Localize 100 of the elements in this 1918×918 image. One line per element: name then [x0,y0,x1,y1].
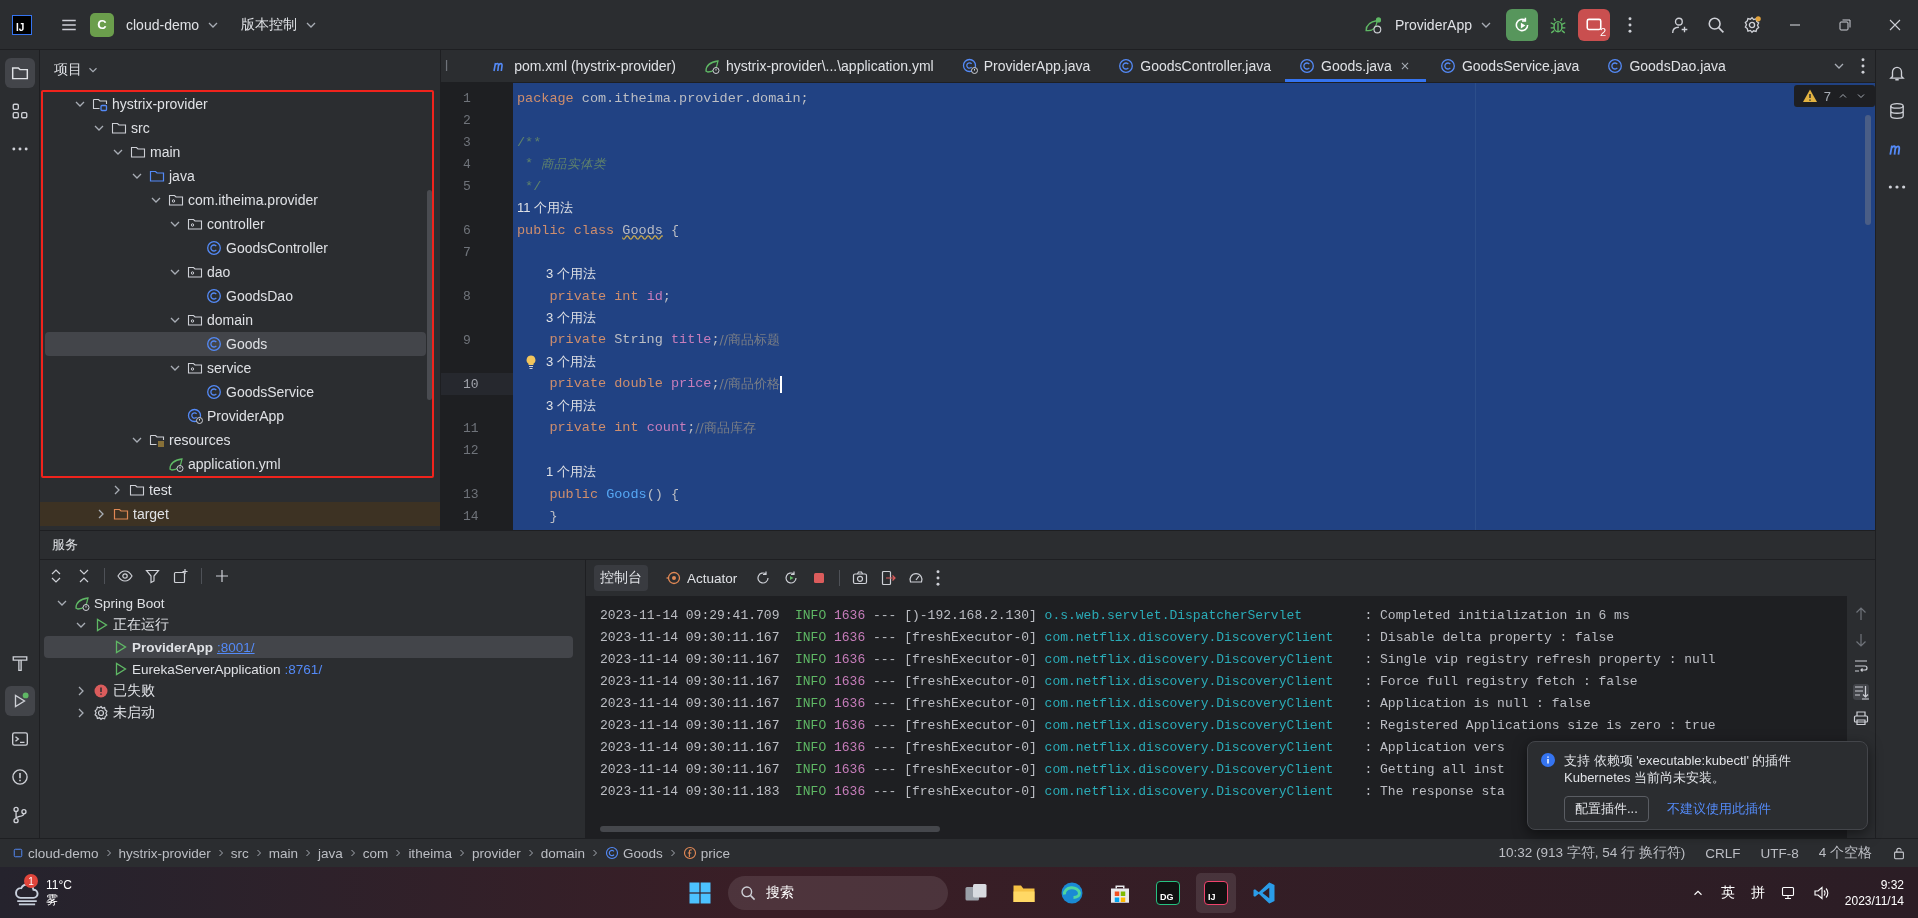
editor-tab[interactable]: ProviderApp.java [947,50,1105,82]
package-folder-icon [187,312,203,328]
rerun-button[interactable] [1506,8,1538,41]
tree-item[interactable]: GoodsDao [45,284,426,308]
network-icon[interactable] [1780,885,1797,901]
breadcrumb[interactable]: Goods [604,845,663,861]
tree-item[interactable]: main [45,140,426,164]
usage-hint[interactable]: 3 个用法 [545,265,596,283]
breadcrumb[interactable]: hystrix-provider [118,845,211,861]
error-icon [93,683,109,699]
filter-icon[interactable] [145,568,161,584]
tree-item[interactable]: application.yml [45,452,426,476]
tree-item[interactable]: src [45,116,426,140]
print-icon[interactable] [1853,710,1869,726]
tree-item[interactable]: target [40,502,440,526]
project-tool-button[interactable] [4,58,35,88]
usage-hint[interactable]: 3 个用法 [545,397,596,415]
rerun-icon[interactable] [755,570,772,586]
run-config-node[interactable]: 正在运行 [44,614,573,636]
vcs-menu[interactable]: 版本控制 [233,9,328,40]
status-item[interactable]: UTF-8 [1760,845,1799,861]
console-tab[interactable]: 控制台 [594,565,648,591]
line-number: 8 [462,287,472,306]
tree-item[interactable]: com.itheima.provider [45,188,426,212]
breadcrumb[interactable]: itheima [408,845,452,861]
tree-item[interactable]: controller [45,212,426,236]
run-config-node[interactable]: ProviderApp :8001/ [44,636,573,658]
scrollbar-thumb[interactable] [1865,115,1871,225]
breadcrumb[interactable]: cloud-demo [12,845,99,861]
notification-text: 支持 依赖项 'executable:kubectl' 的插件 Kubernetes 当前尚未安装。 [1564,752,1792,786]
breadcrumb[interactable]: provider [471,845,521,861]
new-tab-icon[interactable] [173,568,189,584]
status-item[interactable]: CRLF [1705,845,1741,861]
run-config-node[interactable]: 未启动 [44,702,573,724]
tree-item[interactable]: domain [45,308,426,332]
eye-icon[interactable] [117,568,133,584]
scroll-to-end-icon[interactable] [1853,684,1869,700]
tree-item[interactable]: Goods [45,332,426,356]
line-number: 11 [462,419,480,438]
tree-item[interactable]: GoodsController [45,236,426,260]
inspection-widget[interactable]: 7 [1793,85,1875,107]
clock-date[interactable]: 2023/11/14 [1844,893,1904,909]
restart-icon[interactable] [783,570,800,586]
bell-icon [1888,64,1906,82]
volume-icon[interactable] [1812,885,1829,901]
down-arrow-icon[interactable] [1853,632,1869,648]
run-config-node[interactable]: Spring Boot [44,592,573,614]
add-icon[interactable] [214,568,230,584]
usage-hint[interactable]: 1 个用法 [545,463,596,481]
more-icon[interactable] [936,570,941,586]
tree-item[interactable]: ProviderApp [45,404,426,428]
input-method-indicator[interactable]: 英 [1720,884,1735,902]
project-selector[interactable]: cloud-demo [118,10,230,39]
usage-hint[interactable]: 11 个用法 [517,199,574,217]
stop-button[interactable]: 2 [1578,8,1610,41]
more-icon [1888,185,1906,189]
breadcrumb[interactable]: src [230,845,249,861]
gauge-icon[interactable] [908,570,925,586]
usage-hint[interactable]: 3 个用法 [545,353,596,371]
editor-tab[interactable]: GoodsDao.java [1593,50,1740,82]
exit-icon[interactable] [880,570,897,586]
services-tool-button[interactable] [4,686,35,716]
usage-hint[interactable]: 3 个用法 [545,309,596,327]
tree-item[interactable]: test [44,478,434,502]
breadcrumb[interactable]: com [362,845,389,861]
status-item[interactable]: 10:32 (913 字符, 54 行 换行符) [1498,844,1686,862]
rerun-icon [1513,15,1531,34]
clock-time[interactable]: 9:32 [1880,877,1904,893]
more-icon[interactable] [1861,58,1865,74]
tree-item[interactable]: hystrix-provider [45,92,426,116]
editor-tab[interactable]: hystrix-provider\...\application.yml [689,50,948,82]
editor-tab[interactable]: GoodsController.java [1104,50,1286,82]
lock-icon[interactable] [1892,846,1906,860]
tree-item[interactable]: GoodsService [45,380,426,404]
breadcrumb[interactable]: price [682,845,730,861]
run-config-node[interactable]: 已失败 [44,680,573,702]
tree-item[interactable]: dao [45,260,426,284]
dismiss-link[interactable]: 不建议使用此插件 [1666,800,1771,818]
taskbar-search[interactable]: 搜索 [728,876,948,910]
camera-icon[interactable] [852,570,869,586]
taskbar-app[interactable]: IJ [1196,873,1236,913]
console-tab[interactable]: Actuator [660,566,744,590]
panel-title[interactable]: 项目 [54,61,82,79]
input-method-indicator[interactable]: 拼 [1750,884,1765,902]
run-config-selector[interactable]: ProviderApp [1386,10,1502,39]
breadcrumb[interactable]: main [268,845,299,861]
breadcrumb[interactable]: domain [540,845,585,861]
status-item[interactable]: 4 个空格 [1818,844,1872,862]
editor-tab[interactable]: pom.xml (hystrix-provider) [478,50,690,82]
tree-item[interactable]: java [45,164,426,188]
tree-item[interactable]: service [45,356,426,380]
taskbar-app[interactable]: DG [1148,873,1188,913]
configure-plugins-button[interactable]: 配置插件... [1564,796,1649,822]
tree-item[interactable]: resources [45,428,426,452]
breadcrumb[interactable]: java [318,845,343,861]
scrollbar-thumb[interactable] [600,826,940,832]
soft-wrap-icon[interactable] [1853,658,1869,674]
restore-icon[interactable] [1837,16,1853,33]
run-config-node[interactable]: EurekaServerApplication :8761/ [44,658,573,680]
editor-tab[interactable]: GoodsService.java [1425,50,1594,82]
